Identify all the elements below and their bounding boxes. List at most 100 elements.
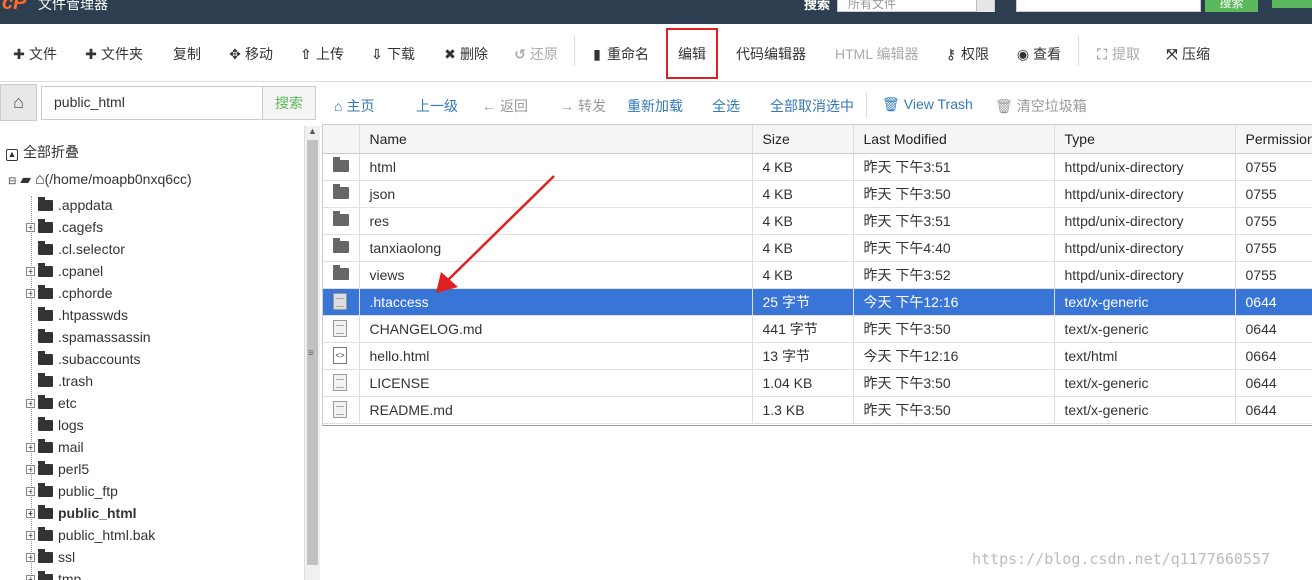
html-editor-button[interactable]: HTML 编辑器	[835, 44, 918, 64]
search-input[interactable]	[1016, 0, 1201, 12]
tree-item[interactable]: + .cagefs	[26, 217, 103, 237]
folder-icon	[333, 210, 349, 226]
unselect-all-button[interactable]: 全部取消选中	[770, 96, 854, 116]
view-button[interactable]: ◉ 查看	[1016, 44, 1061, 64]
folder-icon	[38, 284, 53, 299]
expand-toggle-icon[interactable]: +	[26, 222, 35, 232]
column-header-permissions[interactable]: Permissions	[1235, 125, 1312, 154]
back-button[interactable]: ← 返回	[482, 96, 528, 116]
expand-toggle-icon[interactable]: +	[26, 530, 35, 540]
table-row[interactable]: views 4 KB 昨天 下午3:52 httpd/unix-directory 07…	[323, 261, 1312, 289]
select-all-button[interactable]: 全选	[712, 96, 740, 116]
tree-item[interactable]: + public_ftp	[26, 481, 118, 501]
upload-button[interactable]: ⇧ 上传	[299, 44, 344, 64]
tree-item[interactable]: .cl.selector	[26, 239, 125, 259]
column-header-type[interactable]: Type	[1054, 125, 1236, 154]
file-icon-cell	[323, 315, 360, 343]
expand-toggle-icon[interactable]: +	[26, 552, 35, 562]
home-icon[interactable]: ⌂	[0, 84, 37, 121]
expand-toggle-icon[interactable]: +	[26, 398, 35, 408]
expand-toggle-icon[interactable]: +	[26, 288, 35, 298]
key-icon: ⚷	[945, 45, 957, 62]
tree-item[interactable]: + .cphorde	[26, 283, 112, 303]
compress-button[interactable]: ⤧ 压缩	[1165, 44, 1210, 64]
file-icon	[333, 374, 347, 392]
tree-item[interactable]: + public_html	[26, 503, 137, 523]
new-file-button[interactable]: ✚ 文件	[12, 44, 57, 64]
tree-item[interactable]: + ssl	[26, 547, 75, 567]
extract-button[interactable]: ⛶ 提取	[1095, 44, 1140, 64]
column-header-size[interactable]: Size	[752, 125, 854, 154]
sidebar-scrollbar[interactable]: ▲ ≡	[304, 126, 320, 580]
file-name-cell: hello.html	[359, 342, 753, 370]
expand-toggle-icon[interactable]: +	[26, 486, 35, 496]
table-row[interactable]: README.md 1.3 KB 昨天 下午3:50 text/x-generic 06…	[323, 396, 1312, 424]
folder-icon	[333, 156, 349, 172]
path-go-button[interactable]: 搜索	[262, 86, 316, 120]
table-row[interactable]: res 4 KB 昨天 下午3:51 httpd/unix-directory 0755	[323, 207, 1312, 235]
column-header-modified[interactable]: Last Modified	[853, 125, 1055, 154]
column-header-name[interactable]: Name	[359, 125, 753, 154]
view-trash-button[interactable]: 🗑 View Trash	[882, 96, 973, 113]
tree-root-home[interactable]: ⊟ ▰ ⌂(/home/moapb0nxq6cc)	[8, 171, 192, 189]
expand-toggle-icon[interactable]: +	[26, 464, 35, 474]
new-folder-button[interactable]: ✚ 文件夹	[84, 44, 143, 64]
tree-item[interactable]: .htpasswds	[26, 305, 128, 325]
search-scope-select[interactable]: 所有文件	[837, 0, 995, 12]
delete-button[interactable]: ✖ 删除	[443, 44, 488, 64]
expand-toggle-icon[interactable]: +	[26, 266, 35, 276]
tree-item[interactable]: + .cpanel	[26, 261, 103, 281]
empty-trash-button[interactable]: 🗑 清空垃圾箱	[995, 96, 1087, 116]
copy-button[interactable]: 复制	[173, 44, 201, 64]
download-button[interactable]: ⇩ 下载	[370, 44, 415, 64]
nav-label: 转发	[578, 98, 606, 114]
main-toolbar: ✚ 文件 ✚ 文件夹 复制 ✥ 移动 ⇧ 上传 ⇩ 下载 ✖ 删除 ↺ 还原 ▮ 重命名 编辑 …	[0, 24, 1312, 82]
code-editor-button[interactable]: 代码编辑器	[736, 44, 806, 64]
file-modified-cell: 昨天 下午4:40	[853, 234, 1055, 262]
tree-item[interactable]: + mail	[26, 437, 84, 457]
path-input[interactable]: public_html	[41, 86, 263, 120]
home-button[interactable]: ⌂ 主页	[334, 96, 374, 116]
tree-item[interactable]: + perl5	[26, 459, 89, 479]
chevron-down-icon[interactable]	[976, 0, 994, 12]
tree-item[interactable]: logs	[26, 415, 84, 435]
permissions-button[interactable]: ⚷ 权限	[944, 44, 989, 64]
collapse-toggle-icon[interactable]: ⊟	[8, 176, 16, 187]
tree-item[interactable]: + etc	[26, 393, 77, 413]
up-one-level-button[interactable]: 上一级	[416, 96, 458, 116]
scroll-up-icon[interactable]: ▲	[308, 126, 317, 136]
file-permissions-cell: 0755	[1235, 234, 1312, 262]
reload-button[interactable]: 重新加载	[627, 96, 683, 116]
expand-toggle-icon[interactable]: +	[26, 574, 35, 580]
expand-toggle-icon[interactable]: +	[26, 508, 35, 518]
expand-toggle-icon[interactable]: +	[26, 442, 35, 452]
table-row[interactable]: json 4 KB 昨天 下午3:50 httpd/unix-directory 075…	[323, 180, 1312, 208]
search-button[interactable]: 搜索	[1205, 0, 1258, 12]
tree-item[interactable]: + tmp	[26, 569, 81, 580]
tree-item[interactable]: + public_html.bak	[26, 525, 155, 545]
navigation-bar: ⌂ 主页 上一级 ← 返回 → 转发 重新加载 全选 全部取消选中 🗑 View Tra…	[322, 84, 1312, 124]
tree-item[interactable]: .appdata	[26, 195, 113, 215]
table-row[interactable]: tanxiaolong 4 KB 昨天 下午4:40 httpd/unix-direc…	[323, 234, 1312, 262]
restore-button[interactable]: ↺ 还原	[513, 44, 558, 64]
tree-item[interactable]: .subaccounts	[26, 349, 141, 369]
path-bar: ⌂ public_html 搜索	[0, 84, 322, 122]
forward-button[interactable]: → 转发	[560, 96, 606, 116]
rename-button[interactable]: ▮ 重命名	[590, 44, 649, 64]
tree-item-label: .appdata	[58, 197, 113, 213]
file-name-cell: .htaccess	[359, 288, 753, 316]
table-row[interactable]: CHANGELOG.md 441 字节 昨天 下午3:50 text/x-generi…	[323, 315, 1312, 343]
table-row[interactable]: <> hello.html 13 字节 今天 下午12:16 text/html 0664	[323, 342, 1312, 370]
table-row[interactable]: html 4 KB 昨天 下午3:51 httpd/unix-directory 075…	[323, 153, 1312, 181]
tree-item[interactable]: .trash	[26, 371, 93, 391]
folder-icon	[38, 416, 53, 431]
file-name-cell: json	[359, 180, 753, 208]
extra-button[interactable]	[1272, 0, 1312, 8]
tree-item-label: perl5	[58, 461, 90, 477]
table-row[interactable]: LICENSE 1.04 KB 昨天 下午3:50 text/x-generic 064…	[323, 369, 1312, 397]
move-button[interactable]: ✥ 移动	[228, 44, 273, 64]
table-row[interactable]: .htaccess 25 字节 今天 下午12:16 text/x-generic 06…	[323, 288, 1312, 316]
arrow-right-icon: →	[560, 98, 574, 114]
collapse-all-button[interactable]: ▲ 全部折叠	[6, 142, 79, 162]
tree-item[interactable]: .spamassassin	[26, 327, 151, 347]
